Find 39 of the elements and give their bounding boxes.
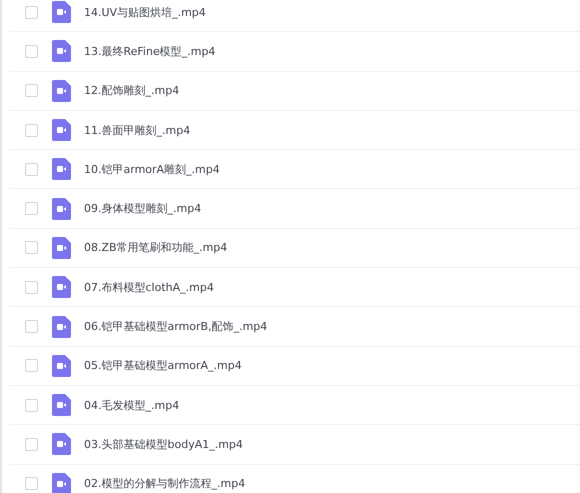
file-name[interactable]: 04.毛发模型_.mp4: [84, 398, 180, 412]
video-file-icon: [52, 40, 71, 62]
video-file-icon: [52, 158, 71, 180]
file-name[interactable]: 02.模型的分解与制作流程_.mp4: [84, 477, 246, 490]
file-name[interactable]: 13.最终ReFine模型_.mp4: [84, 44, 216, 58]
checkbox[interactable]: [25, 44, 38, 58]
file-name[interactable]: 07.布料模型clothA_.mp4: [84, 280, 214, 294]
checkbox[interactable]: [25, 124, 38, 137]
video-file-icon: [52, 276, 71, 298]
video-file-icon: [52, 354, 71, 377]
video-file-icon: [52, 472, 71, 493]
video-file-icon: [52, 236, 71, 259]
checkbox[interactable]: [25, 241, 38, 254]
checkbox[interactable]: [25, 6, 38, 19]
video-file-icon: [52, 119, 71, 142]
video-file-icon: [52, 80, 71, 102]
file-name[interactable]: 08.ZB常用笔刷和功能_.mp4: [84, 241, 228, 254]
video-file-icon: [52, 198, 71, 220]
checkbox[interactable]: [25, 398, 38, 412]
checkbox[interactable]: [25, 202, 38, 216]
checkbox[interactable]: [25, 438, 38, 451]
checkbox[interactable]: [25, 162, 38, 176]
video-file-icon: [52, 433, 71, 456]
checkbox[interactable]: [25, 280, 38, 294]
file-name[interactable]: 06.铠甲基础模型armorB,配饰_.mp4: [84, 320, 268, 334]
checkbox[interactable]: [25, 84, 38, 98]
file-name[interactable]: 11.兽面甲雕刻_.mp4: [84, 124, 190, 137]
video-file-icon: [52, 316, 71, 338]
file-name[interactable]: 14.UV与贴图烘培_.mp4: [84, 6, 206, 19]
file-name[interactable]: 03.头部基础模型bodyA1_.mp4: [84, 438, 243, 451]
file-name[interactable]: 10.铠甲armorA雕刻_.mp4: [84, 162, 220, 176]
video-file-icon: [52, 1, 71, 24]
file-name[interactable]: 09.身体模型雕刻_.mp4: [84, 202, 202, 216]
file-name[interactable]: 05.铠甲基础模型armorA_.mp4: [84, 359, 242, 372]
checkbox[interactable]: [25, 359, 38, 372]
checkbox[interactable]: [25, 477, 38, 490]
file-name[interactable]: 12.配饰雕刻_.mp4: [84, 84, 180, 98]
video-file-icon: [52, 394, 71, 416]
checkbox[interactable]: [25, 320, 38, 334]
